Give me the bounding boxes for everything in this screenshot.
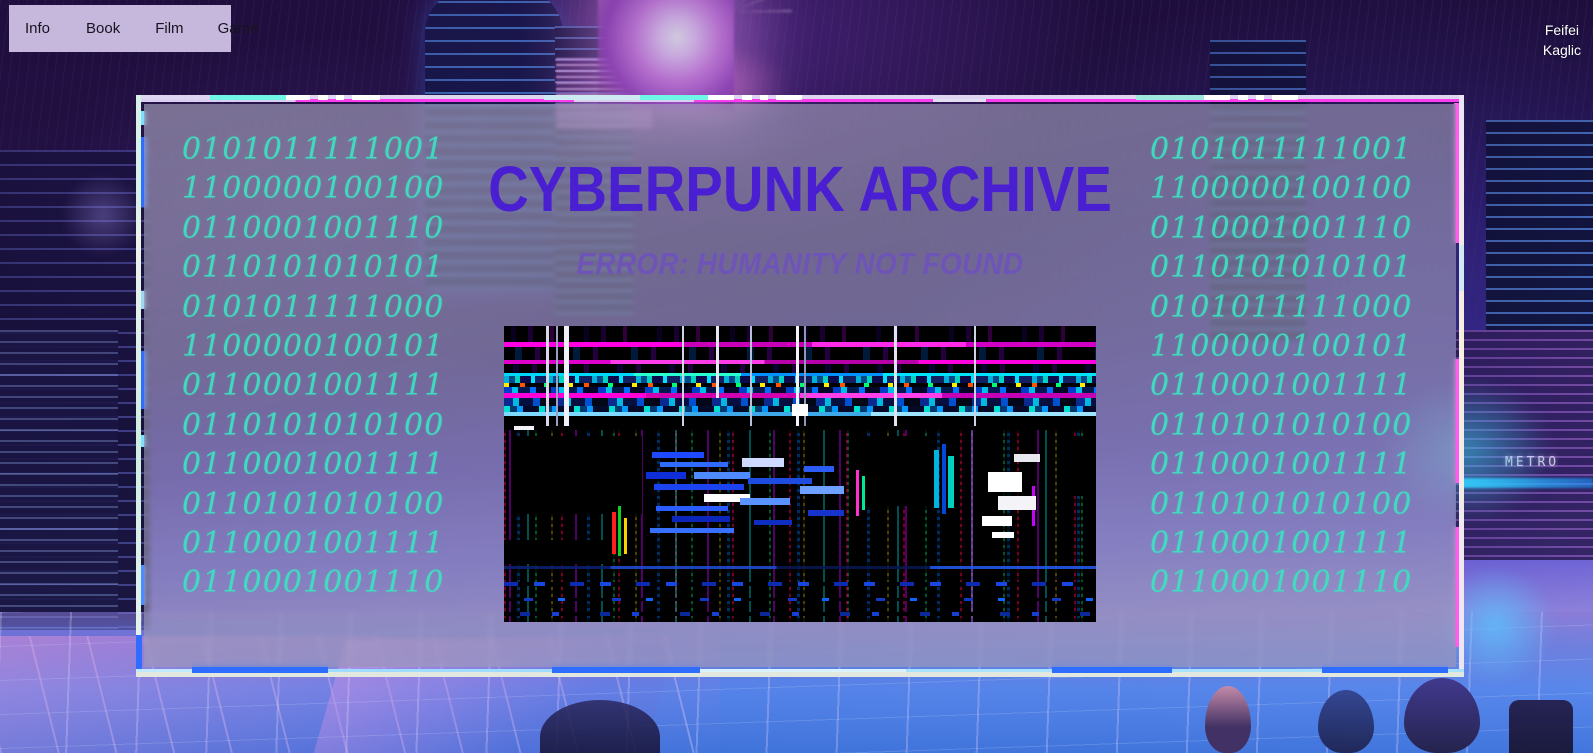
glitch-black-mask-4 bbox=[1060, 436, 1096, 496]
glitch-black-mask-1 bbox=[512, 436, 642, 514]
nav-item-info[interactable]: Info bbox=[23, 16, 52, 41]
glitch-data-block-15 bbox=[800, 486, 844, 494]
glitch-data-block-8 bbox=[672, 516, 730, 522]
glitch-color-bar-1 bbox=[934, 450, 939, 508]
border-top-white-segment-5 bbox=[708, 95, 734, 100]
border-right-cyan-segment-1 bbox=[1459, 245, 1464, 291]
glitch-vertical-streak-4 bbox=[682, 326, 684, 426]
border-top-white-segment-8 bbox=[776, 95, 802, 100]
border-top-white-segment-6 bbox=[742, 95, 752, 100]
glitch-scanband-3 bbox=[504, 347, 1096, 360]
border-top-cyan-segment-3 bbox=[640, 95, 708, 100]
glitch-data-block-11 bbox=[748, 478, 812, 484]
glitch-color-bar-5 bbox=[862, 476, 865, 510]
glitch-white-blob-1 bbox=[792, 404, 808, 416]
nav-item-game[interactable]: Game bbox=[216, 16, 261, 41]
glitch-data-block-9 bbox=[650, 528, 734, 533]
nav-item-film[interactable]: Film bbox=[153, 16, 185, 41]
glitch-color-bar-8 bbox=[624, 518, 627, 554]
glitch-scanband-1 bbox=[504, 326, 1096, 342]
glitch-vertical-streak-3 bbox=[564, 326, 569, 426]
glitch-white-block-1 bbox=[988, 472, 1022, 492]
glitch-data-block-7 bbox=[656, 506, 728, 511]
glitch-lower-band-4 bbox=[504, 612, 1096, 616]
glitch-data-block-1 bbox=[652, 452, 704, 458]
binary-stream-left: 0101011111001 1100000100100 011000100111… bbox=[182, 132, 445, 601]
border-top-cyan-segment-4 bbox=[1136, 95, 1204, 100]
glitch-white-block-5 bbox=[992, 532, 1014, 538]
glitch-data-block-5 bbox=[654, 484, 744, 490]
border-top-white-segment-1 bbox=[286, 95, 310, 100]
border-top-white-segment-12 bbox=[1272, 95, 1298, 100]
glitch-white-block-2 bbox=[998, 496, 1036, 510]
signature-last-name: Kaglic bbox=[1542, 42, 1581, 59]
border-top-white-segment-11 bbox=[1256, 95, 1264, 100]
glitch-data-block-10 bbox=[742, 458, 784, 467]
border-top-white-segment-9 bbox=[1204, 95, 1230, 100]
glitch-vertical-streak-10 bbox=[974, 326, 976, 426]
border-right-base bbox=[1459, 95, 1464, 677]
glitch-color-bar-4 bbox=[856, 470, 859, 516]
border-bottom-base bbox=[136, 672, 1464, 677]
glitch-black-mask-3 bbox=[504, 540, 604, 564]
glitch-data-block-12 bbox=[740, 498, 790, 505]
glitch-image bbox=[504, 326, 1096, 622]
page-root: METRO Info Book Film Game Feifei Kaglic bbox=[0, 0, 1593, 753]
glitch-vertical-streak-9 bbox=[894, 326, 897, 426]
glitch-lower-band-3 bbox=[504, 598, 1096, 601]
glitch-vertical-streak-6 bbox=[750, 326, 752, 426]
border-top-white-segment-3 bbox=[336, 95, 344, 100]
border-top-white-segment-4 bbox=[352, 95, 380, 100]
signature-first-name: Feifei bbox=[1544, 22, 1580, 38]
glitch-lower-band-1 bbox=[504, 566, 1096, 569]
glitch-white-block-4 bbox=[1014, 454, 1040, 462]
hero-panel: 0101011111001 1100000100100 011000100111… bbox=[144, 104, 1456, 667]
main-navigation: Info Book Film Game bbox=[9, 5, 258, 52]
glitch-vertical-streak-5 bbox=[716, 326, 719, 398]
nav-item-book[interactable]: Book bbox=[84, 16, 122, 41]
hero-panel-frame: 0101011111001 1100000100100 011000100111… bbox=[136, 95, 1464, 677]
glitch-lower-band-2 bbox=[504, 582, 1096, 586]
glitch-black-mask-2 bbox=[856, 436, 930, 506]
glitch-scanband-7 bbox=[504, 376, 1096, 383]
glitch-data-block-4 bbox=[694, 472, 750, 479]
glitch-color-bar-3 bbox=[948, 456, 954, 508]
glitch-data-block-16 bbox=[808, 510, 844, 516]
border-top-cyan-segment-1 bbox=[210, 95, 286, 100]
border-top-white-segment-10 bbox=[1238, 95, 1248, 100]
binary-stream-right: 0101011111001 1100000100100 011000100111… bbox=[1150, 132, 1413, 601]
glitch-white-block-3 bbox=[982, 516, 1012, 526]
border-top-white-segment-2 bbox=[318, 95, 328, 100]
glitch-data-block-2 bbox=[660, 462, 728, 467]
author-signature: Feifei Kaglic bbox=[1543, 20, 1581, 61]
border-top-cyan-segment-2 bbox=[544, 95, 640, 100]
glitch-vertical-streak-2 bbox=[556, 326, 558, 426]
glitch-color-bar-6 bbox=[612, 512, 616, 554]
border-top-white-segment-7 bbox=[760, 95, 768, 100]
glitch-data-block-3 bbox=[646, 472, 686, 479]
glitch-scanband-5 bbox=[504, 364, 1096, 373]
glitch-color-bar-2 bbox=[942, 444, 946, 514]
glitch-data-block-13 bbox=[754, 520, 792, 525]
glitch-data-block-14 bbox=[804, 466, 834, 472]
glitch-color-bar-7 bbox=[618, 506, 621, 556]
glitch-vertical-streak-1 bbox=[546, 326, 549, 426]
